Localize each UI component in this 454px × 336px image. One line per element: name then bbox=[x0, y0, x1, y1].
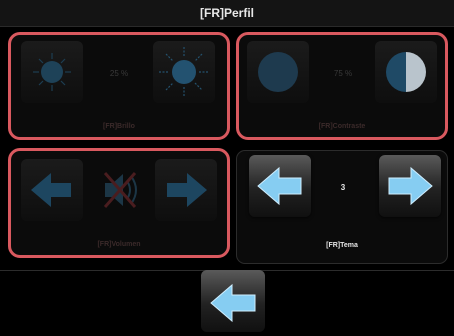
brightness-panel: 25 % [FR]Brillo bbox=[8, 32, 230, 140]
brightness-decrease-button[interactable] bbox=[21, 41, 83, 103]
contrast-panel: 75 % [FR]Contraste bbox=[236, 32, 448, 140]
contrast-increase-button[interactable] bbox=[375, 41, 437, 103]
brightness-value: 25 % bbox=[109, 69, 129, 78]
theme-value: 3 bbox=[340, 183, 346, 192]
volume-mute-button[interactable] bbox=[89, 159, 151, 221]
arrow-left-icon bbox=[210, 283, 256, 323]
contrast-value: 75 % bbox=[333, 69, 353, 78]
sun-bright-icon bbox=[159, 47, 209, 97]
volume-increase-button[interactable] bbox=[155, 159, 217, 221]
speaker-muted-icon bbox=[103, 172, 137, 208]
arrow-right-icon bbox=[167, 173, 207, 207]
theme-label: [FR]Tema bbox=[326, 242, 358, 249]
volume-panel: [FR]Volumen bbox=[8, 148, 230, 258]
theme-decrease-button[interactable] bbox=[249, 155, 311, 217]
contrast-decrease-button[interactable] bbox=[247, 41, 309, 103]
sun-dim-icon bbox=[33, 53, 71, 91]
page-title: [FR]Perfil bbox=[200, 6, 254, 20]
arrow-left-icon bbox=[257, 166, 302, 206]
contrast-low-icon bbox=[258, 52, 298, 92]
theme-increase-button[interactable] bbox=[379, 155, 441, 217]
brightness-increase-button[interactable] bbox=[153, 41, 215, 103]
back-button[interactable] bbox=[201, 270, 265, 332]
arrow-left-icon bbox=[31, 173, 71, 207]
volume-label: [FR]Volumen bbox=[97, 241, 141, 248]
contrast-label: [FR]Contraste bbox=[318, 123, 366, 130]
contrast-high-icon bbox=[386, 52, 426, 92]
arrow-right-icon bbox=[388, 166, 433, 206]
volume-decrease-button[interactable] bbox=[21, 159, 83, 221]
brightness-label: [FR]Brillo bbox=[103, 123, 135, 130]
theme-panel: 3 [FR]Tema bbox=[236, 150, 448, 264]
header-bar: [FR]Perfil bbox=[0, 0, 454, 27]
